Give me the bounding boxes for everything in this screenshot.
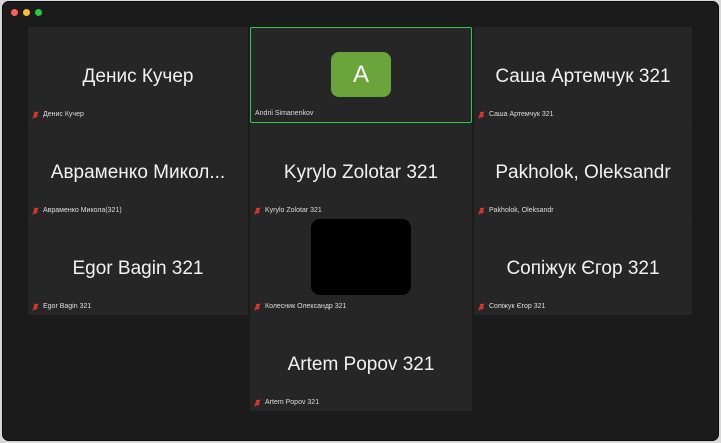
participant-label-row: Саша Артемчук 321 — [478, 110, 554, 120]
participant-name-label: Саша Артемчук 321 — [489, 111, 554, 118]
muted-microphone-icon — [254, 207, 261, 215]
participant-label-row: Денис Кучер — [32, 110, 84, 120]
participant-display-name: Artem Popov 321 — [287, 354, 435, 375]
participant-tile-sasha-artemchuk[interactable]: Саша Артемчук 321 Саша Артемчук 321 — [474, 27, 692, 123]
participant-name-label: Колесник Олександр 321 — [265, 303, 347, 310]
participant-display-name: Авраменко Микол... — [50, 162, 226, 183]
muted-microphone-icon — [32, 303, 39, 311]
participant-tile-egor-bagin[interactable]: Egor Bagin 321 Egor Bagin 321 — [28, 219, 248, 315]
window-minimize-button[interactable] — [23, 9, 30, 16]
participant-tile-kyrylo-zolotar[interactable]: Kyrylo Zolotar 321 Kyrylo Zolotar 321 — [250, 123, 472, 219]
muted-microphone-icon — [254, 303, 261, 311]
meeting-window: Денис Кучер Денис Кучер A Andrii Simanen… — [2, 1, 719, 441]
participant-name-label: Авраменко Микола(321) — [43, 207, 122, 214]
participant-display-name: Сопіжук Єгор 321 — [506, 258, 660, 279]
participant-tile-kolesnyk-oleksandr[interactable]: Колесник Олександр 321 — [250, 219, 472, 315]
participant-label-row: Andrii Simanenkov — [255, 109, 313, 119]
participant-label-row: Авраменко Микола(321) — [32, 206, 122, 216]
muted-microphone-icon — [32, 207, 39, 215]
participant-avatar: A — [331, 52, 391, 97]
participant-label-row: Artem Popov 321 — [254, 398, 319, 408]
participant-tile-pakholok-oleksandr[interactable]: Pakholok, Oleksandr Pakholok, Oleksandr — [474, 123, 692, 219]
participant-display-name: Egor Bagin 321 — [72, 258, 204, 279]
participant-tile-artem-popov[interactable]: Artem Popov 321 Artem Popov 321 — [250, 315, 472, 411]
participant-name-label: Kyrylo Zolotar 321 — [265, 207, 322, 214]
participant-label-row: Колесник Олександр 321 — [254, 302, 346, 312]
muted-microphone-icon — [478, 207, 485, 215]
muted-microphone-icon — [32, 111, 39, 119]
participant-label-row: Pakholok, Oleksandr — [478, 206, 554, 216]
participant-name-label: Artem Popov 321 — [265, 399, 320, 406]
window-maximize-button[interactable] — [35, 9, 42, 16]
muted-microphone-icon — [478, 303, 485, 311]
participant-tile-denys-kucher[interactable]: Денис Кучер Денис Кучер — [28, 27, 248, 123]
participant-name-label: Andrii Simanenkov — [255, 110, 314, 117]
participant-label-row: Kyrylo Zolotar 321 — [254, 206, 322, 216]
participant-label-row: Egor Bagin 321 — [32, 302, 91, 312]
window-close-button[interactable] — [11, 9, 18, 16]
participant-name-label: Денис Кучер — [43, 111, 84, 118]
muted-microphone-icon — [254, 399, 261, 407]
participant-video-feed — [311, 219, 411, 295]
participant-display-name: Kyrylo Zolotar 321 — [283, 162, 439, 183]
participant-display-name: Денис Кучер — [82, 66, 194, 87]
participant-tile-avramenko-mykola[interactable]: Авраменко Микол... Авраменко Микола(321) — [28, 123, 248, 219]
participant-display-name: Саша Артемчук 321 — [495, 66, 671, 87]
participant-name-label: Сопіжук Єгор 321 — [489, 303, 546, 310]
participant-display-name: Pakholok, Oleksandr — [495, 162, 671, 183]
participant-tile-sopizhuk-yehor[interactable]: Сопіжук Єгор 321 Сопіжук Єгор 321 — [474, 219, 692, 315]
muted-microphone-icon — [478, 111, 485, 119]
participant-tile-andrii-simanenkov[interactable]: A Andrii Simanenkov — [250, 27, 472, 123]
participant-name-label: Pakholok, Oleksandr — [489, 207, 554, 214]
participant-label-row: Сопіжук Єгор 321 — [478, 302, 545, 312]
participant-name-label: Egor Bagin 321 — [43, 303, 92, 310]
